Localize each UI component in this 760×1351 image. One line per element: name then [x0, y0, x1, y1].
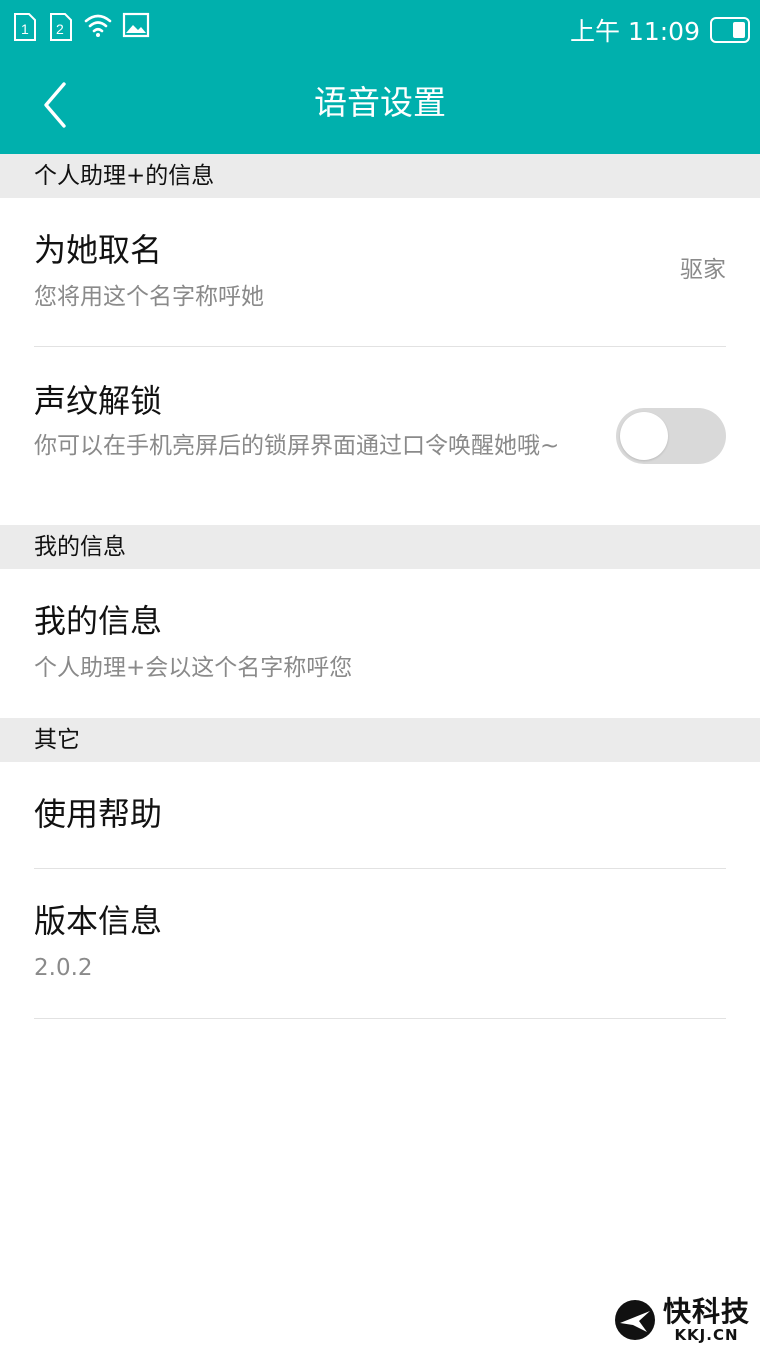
battery-icon — [710, 17, 750, 43]
status-icons-right: 上午 11:09 — [570, 12, 750, 48]
section-header-mine: 我的信息 — [0, 525, 760, 569]
watermark-logo-icon — [614, 1300, 655, 1340]
watermark: 快科技 KKJ.CN — [613, 1297, 750, 1343]
page-title: 语音设置 — [314, 83, 446, 122]
image-icon — [122, 12, 150, 42]
voice-unlock-toggle[interactable] — [616, 408, 726, 464]
status-icons-left: 1 2 — [12, 12, 150, 42]
name-her-title: 为她取名 — [34, 231, 163, 269]
my-info-title: 我的信息 — [34, 602, 163, 640]
my-info-subtitle: 个人助理+会以这个名字称呼您 — [34, 655, 353, 681]
clock: 上午 11:09 — [570, 17, 700, 46]
watermark-brand-en: KKJ.CN — [674, 1326, 739, 1344]
sim2-icon: 2 — [48, 12, 74, 42]
watermark-text: 快科技 KKJ.CN — [662, 1295, 750, 1344]
sim1-icon: 1 — [12, 12, 38, 42]
sim2-number: 2 — [56, 21, 64, 37]
my-info-row[interactable]: 我的信息 个人助理+会以这个名字称呼您 — [34, 569, 726, 717]
name-her-value: 驱家 — [680, 257, 726, 283]
voice-unlock-row[interactable]: 声纹解锁 你可以在手机亮屏后的锁屏界面通过口令唤醒她哦~ — [34, 347, 726, 525]
toggle-knob — [620, 412, 668, 460]
help-title: 使用帮助 — [34, 795, 163, 833]
app-header: 1 2 上午 11:09 语音设置 — [0, 0, 760, 154]
name-her-subtitle: 您将用这个名字称呼她 — [34, 284, 264, 310]
voice-unlock-subtitle: 你可以在手机亮屏后的锁屏界面通过口令唤醒她哦~ — [34, 433, 560, 459]
section-header-other: 其它 — [0, 718, 760, 762]
section-header-assistant: 个人助理+的信息 — [0, 154, 760, 198]
battery-fill — [733, 22, 745, 38]
divider — [34, 1018, 726, 1019]
version-number: 2.0.2 — [34, 955, 93, 981]
name-her-row[interactable]: 为她取名 您将用这个名字称呼她 驱家 — [34, 198, 726, 346]
version-row[interactable]: 版本信息 2.0.2 — [34, 869, 726, 1018]
watermark-brand-cn: 快科技 — [662, 1295, 750, 1328]
version-title: 版本信息 — [34, 902, 163, 940]
help-row[interactable]: 使用帮助 — [34, 762, 726, 868]
status-bar: 1 2 上午 11:09 — [0, 0, 760, 52]
sim1-number: 1 — [21, 21, 29, 37]
voice-unlock-title: 声纹解锁 — [34, 382, 163, 420]
wifi-icon — [84, 12, 112, 42]
